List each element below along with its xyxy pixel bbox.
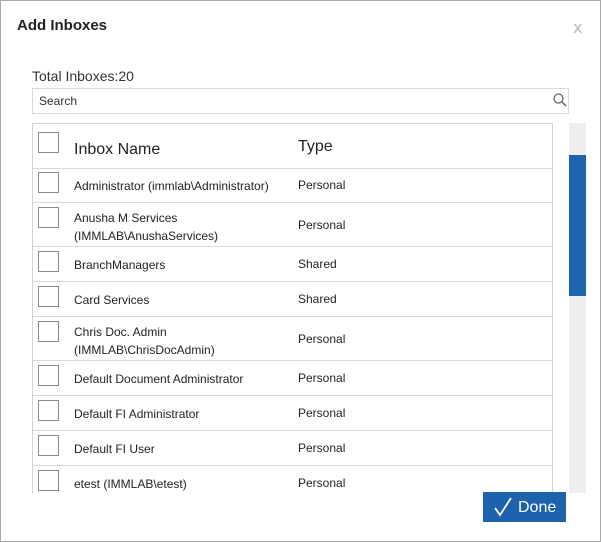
row-checkbox[interactable] [38, 172, 59, 193]
table-row[interactable]: BranchManagers Shared [33, 247, 552, 282]
inbox-name-cell: Chris Doc. Admin (IMMLAB\ChrisDocAdmin) [74, 325, 215, 357]
search-icon[interactable] [552, 92, 568, 108]
total-inboxes-count: Total Inboxes:20 [32, 68, 134, 84]
inbox-type-cell: Shared [298, 292, 337, 306]
table-row[interactable]: Default FI User Personal [33, 431, 552, 466]
inbox-table: Inbox Name Type Administrator (immlab\Ad… [32, 123, 553, 493]
table-row[interactable]: Default FI Administrator Personal [33, 396, 552, 431]
inbox-name-cell: Default FI Administrator [74, 407, 200, 421]
inbox-name-cell: Default FI User [74, 442, 155, 456]
inbox-name-cell: Administrator (immlab\Administrator) [74, 179, 269, 193]
done-button-label: Done [518, 499, 557, 516]
row-checkbox[interactable] [38, 321, 59, 342]
inbox-name-cell: Default Document Administrator [74, 372, 244, 386]
row-checkbox[interactable] [38, 400, 59, 421]
inbox-type-cell: Personal [298, 178, 346, 192]
table-row[interactable]: Default Document Administrator Personal [33, 361, 552, 396]
column-header-type: Type [298, 138, 333, 155]
checkmark-icon [494, 497, 512, 517]
table-row[interactable]: Chris Doc. Admin (IMMLAB\ChrisDocAdmin) P… [33, 317, 552, 361]
inbox-type-cell: Personal [298, 476, 346, 490]
table-row[interactable]: Anusha M Services (IMMLAB\AnushaServices… [33, 203, 552, 247]
inbox-type-cell: Personal [298, 332, 346, 346]
inbox-type-cell: Personal [298, 406, 346, 420]
search-input[interactable] [33, 89, 554, 113]
scrollbar-thumb[interactable] [569, 155, 586, 296]
table-row[interactable]: Card Services Shared [33, 282, 552, 317]
row-checkbox[interactable] [38, 365, 59, 386]
table-row[interactable]: Administrator (immlab\Administrator) Pers… [33, 168, 552, 203]
inbox-type-cell: Personal [298, 371, 346, 385]
search-box [32, 88, 569, 114]
inbox-name-cell: Card Services [74, 293, 150, 307]
inbox-type-cell: Shared [298, 257, 337, 271]
scrollbar-track[interactable] [569, 123, 586, 493]
done-button[interactable]: Done [483, 492, 566, 522]
select-all-checkbox[interactable] [38, 132, 59, 153]
inbox-name-cell: BranchManagers [74, 258, 166, 272]
inbox-name-cell: etest (IMMLAB\etest) [74, 477, 187, 491]
row-checkbox[interactable] [38, 286, 59, 307]
row-checkbox[interactable] [38, 251, 59, 272]
close-button[interactable]: x [573, 18, 582, 37]
add-inboxes-dialog: Add Inboxes x Total Inboxes:20 Inbox Nam… [0, 0, 601, 542]
row-checkbox[interactable] [38, 470, 59, 491]
row-checkbox[interactable] [38, 207, 59, 228]
inbox-type-cell: Personal [298, 218, 346, 232]
inbox-type-cell: Personal [298, 441, 346, 455]
row-checkbox[interactable] [38, 435, 59, 456]
table-header: Inbox Name Type [33, 124, 552, 169]
column-header-inbox-name: Inbox Name [74, 141, 161, 158]
inbox-name-cell: Anusha M Services (IMMLAB\AnushaServices… [74, 211, 219, 243]
table-row[interactable]: etest (IMMLAB\etest) Personal [33, 466, 552, 493]
dialog-title: Add Inboxes [17, 17, 108, 34]
